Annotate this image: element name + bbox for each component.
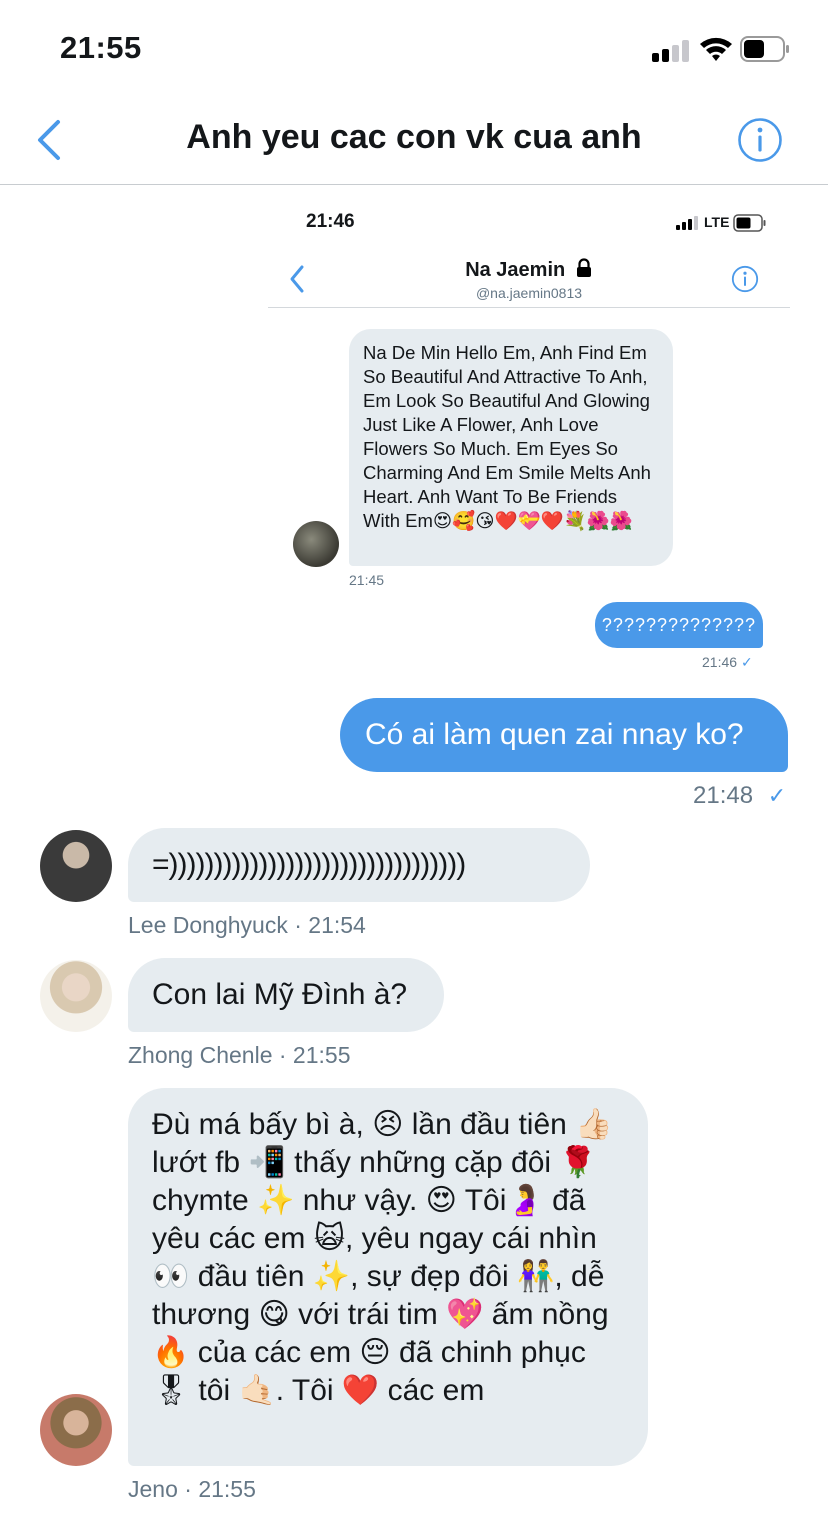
conversation-title: Anh yeu cac con vk cua anh [186,118,642,156]
embedded-signal-icon [676,216,700,230]
embedded-divider [268,307,790,308]
embedded-contact-handle: @na.jaemin0813 [475,285,583,301]
incoming-message[interactable]: Đù má bấy bì à, 😣 lần đầu tiên 👍🏻 lướt f… [128,1088,648,1466]
embedded-outgoing-message: ?????????????? [595,602,763,648]
header-divider [0,184,828,185]
embedded-network-label: LTE [704,214,730,230]
status-time: 21:55 [60,30,142,65]
avatar[interactable] [40,1394,112,1466]
incoming-message[interactable]: =))))))))))))))))))))))))))))))))) [128,828,590,902]
embedded-avatar [293,521,339,567]
lock-icon [576,258,591,277]
avatar[interactable] [40,960,112,1032]
message-sender-meta: Jeno · 21:55 [128,1476,256,1502]
battery-icon [740,36,789,62]
embedded-incoming-message: Na De Min Hello Em, Anh Find Em So Beaut… [349,329,673,566]
outgoing-message-meta: 21:48 ✓ [693,782,786,810]
embedded-reply-time: 21:46 [702,654,738,670]
embedded-reply-meta: 21:46 ✓ [702,654,753,671]
avatar[interactable] [40,830,112,902]
embedded-contact-name: Na Jaemin [465,259,566,281]
embedded-message-time: 21:45 [349,572,385,588]
outgoing-message-time: 21:48 [693,782,754,809]
message-sender-meta: Lee Donghyuck · 21:54 [128,912,366,938]
wifi-icon [700,37,732,61]
shared-screenshot-image[interactable]: 21:46 LTE Na Jaemin @na.jaemin0813 Na De… [268,200,790,678]
embedded-read-check-icon: ✓ [740,654,753,670]
signal-icon [652,40,692,62]
outgoing-message[interactable]: Có ai làm quen zai nnay ko? [340,698,788,772]
info-icon[interactable] [737,117,783,163]
read-check-icon: ✓ [767,783,787,808]
message-sender-meta: Zhong Chenle · 21:55 [128,1042,351,1068]
embedded-battery-icon [733,214,766,232]
embedded-contact-name-row: Na Jaemin [268,258,790,282]
embedded-info-icon [731,265,759,293]
incoming-message[interactable]: Con lai Mỹ Đình à? [128,958,444,1032]
embedded-status-time: 21:46 [306,211,355,232]
